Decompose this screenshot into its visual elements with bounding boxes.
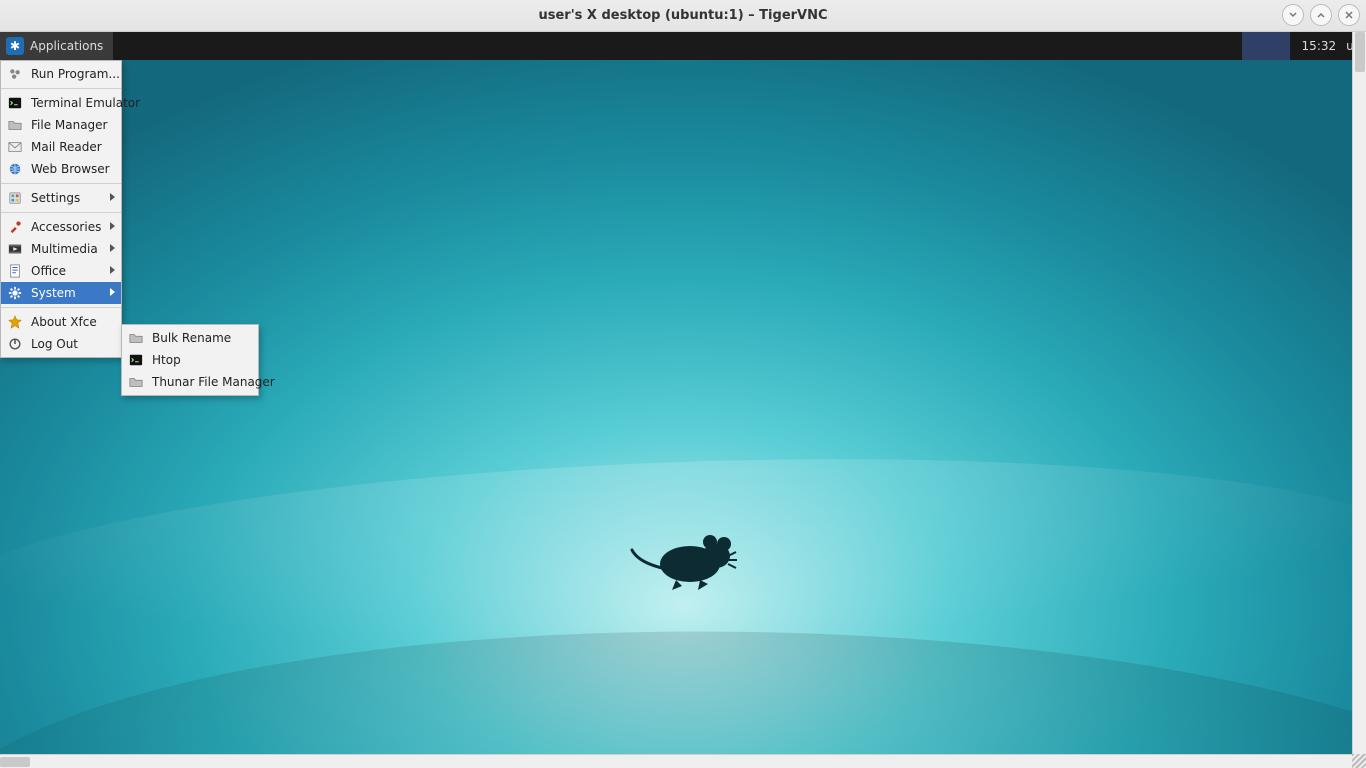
- mail-icon: [7, 139, 23, 155]
- chevron-right-icon: [110, 288, 115, 296]
- system-submenu-item-thunar-file-manager[interactable]: Thunar File Manager: [122, 371, 258, 393]
- tools-icon: [7, 219, 23, 235]
- vnc-title: user's X desktop (ubuntu:1) – TigerVNC: [538, 8, 827, 23]
- host-vertical-scrollbar[interactable]: [1352, 32, 1366, 754]
- apps-menu-item-separator: [1, 183, 121, 184]
- apps-menu-item-settings[interactable]: Settings: [1, 187, 121, 209]
- apps-menu-item-multimedia[interactable]: Multimedia: [1, 238, 121, 260]
- system-submenu-item-htop[interactable]: Htop: [122, 349, 258, 371]
- applications-menu-button[interactable]: ✱ Applications: [0, 32, 113, 60]
- globe-icon: [7, 161, 23, 177]
- system-submenu-item-label: Bulk Rename: [152, 331, 231, 345]
- system-submenu-item-label: Thunar File Manager: [152, 375, 275, 389]
- chevron-right-icon: [110, 193, 115, 201]
- applications-menu: Run Program... Terminal Emulator File Mana…: [0, 60, 122, 358]
- apps-menu-item-system[interactable]: System: [1, 282, 121, 304]
- folder-icon: [128, 330, 144, 346]
- maximize-button[interactable]: [1310, 4, 1332, 26]
- panel-clock[interactable]: 15:32: [1294, 39, 1345, 53]
- run-icon: [7, 66, 23, 82]
- system-submenu-item-label: Htop: [152, 353, 181, 367]
- vnc-titlebar: user's X desktop (ubuntu:1) – TigerVNC: [0, 0, 1366, 32]
- system-submenu-item-bulk-rename[interactable]: Bulk Rename: [122, 327, 258, 349]
- panel-task-block[interactable]: [1242, 32, 1290, 60]
- window-controls: [1282, 4, 1360, 26]
- apps-menu-item-about-xfce[interactable]: About Xfce: [1, 311, 121, 333]
- chevron-right-icon: [110, 266, 115, 274]
- close-button[interactable]: [1338, 4, 1360, 26]
- resize-grip-icon[interactable]: [1352, 754, 1366, 768]
- terminal-icon: [128, 352, 144, 368]
- apps-menu-item-run-program[interactable]: Run Program...: [1, 63, 121, 85]
- apps-menu-item-label: Mail Reader: [31, 140, 102, 154]
- gear-icon: [7, 285, 23, 301]
- xfce-logo-icon: ✱: [6, 37, 24, 55]
- logout-icon: [7, 336, 23, 352]
- xfce-mouse-wallpaper-icon: [628, 512, 748, 606]
- apps-menu-item-label: Accessories: [31, 220, 101, 234]
- apps-menu-item-label: Settings: [31, 191, 80, 205]
- chevron-right-icon: [110, 222, 115, 230]
- apps-menu-item-label: File Manager: [31, 118, 108, 132]
- apps-menu-item-label: Web Browser: [31, 162, 110, 176]
- apps-menu-item-label: Log Out: [31, 337, 78, 351]
- terminal-icon: [7, 95, 23, 111]
- apps-menu-item-label: Multimedia: [31, 242, 98, 256]
- office-icon: [7, 263, 23, 279]
- apps-menu-item-log-out[interactable]: Log Out: [1, 333, 121, 355]
- apps-menu-item-label: Office: [31, 264, 66, 278]
- apps-menu-item-separator: [1, 307, 121, 308]
- apps-menu-item-accessories[interactable]: Accessories: [1, 216, 121, 238]
- apps-menu-item-web-browser[interactable]: Web Browser: [1, 158, 121, 180]
- media-icon: [7, 241, 23, 257]
- host-horizontal-scrollbar[interactable]: [0, 754, 1366, 768]
- apps-menu-item-office[interactable]: Office: [1, 260, 121, 282]
- apps-menu-item-terminal-emulator[interactable]: Terminal Emulator: [1, 92, 121, 114]
- apps-menu-item-separator: [1, 88, 121, 89]
- settings-icon: [7, 190, 23, 206]
- folder-icon: [128, 374, 144, 390]
- applications-label: Applications: [30, 39, 103, 53]
- apps-menu-item-label: System: [31, 286, 76, 300]
- xfce-panel: ✱ Applications 15:32 us: [0, 32, 1366, 60]
- chevron-right-icon: [110, 244, 115, 252]
- system-submenu: Bulk Rename Htop Thunar File Manager: [121, 324, 259, 396]
- minimize-button[interactable]: [1282, 4, 1304, 26]
- apps-menu-item-label: Terminal Emulator: [31, 96, 140, 110]
- apps-menu-item-file-manager[interactable]: File Manager: [1, 114, 121, 136]
- apps-menu-item-label: About Xfce: [31, 315, 97, 329]
- apps-menu-item-mail-reader[interactable]: Mail Reader: [1, 136, 121, 158]
- star-icon: [7, 314, 23, 330]
- remote-desktop[interactable]: ✱ Applications 15:32 us Run Program... Te…: [0, 32, 1366, 768]
- apps-menu-item-separator: [1, 212, 121, 213]
- folder-icon: [7, 117, 23, 133]
- apps-menu-item-label: Run Program...: [31, 67, 120, 81]
